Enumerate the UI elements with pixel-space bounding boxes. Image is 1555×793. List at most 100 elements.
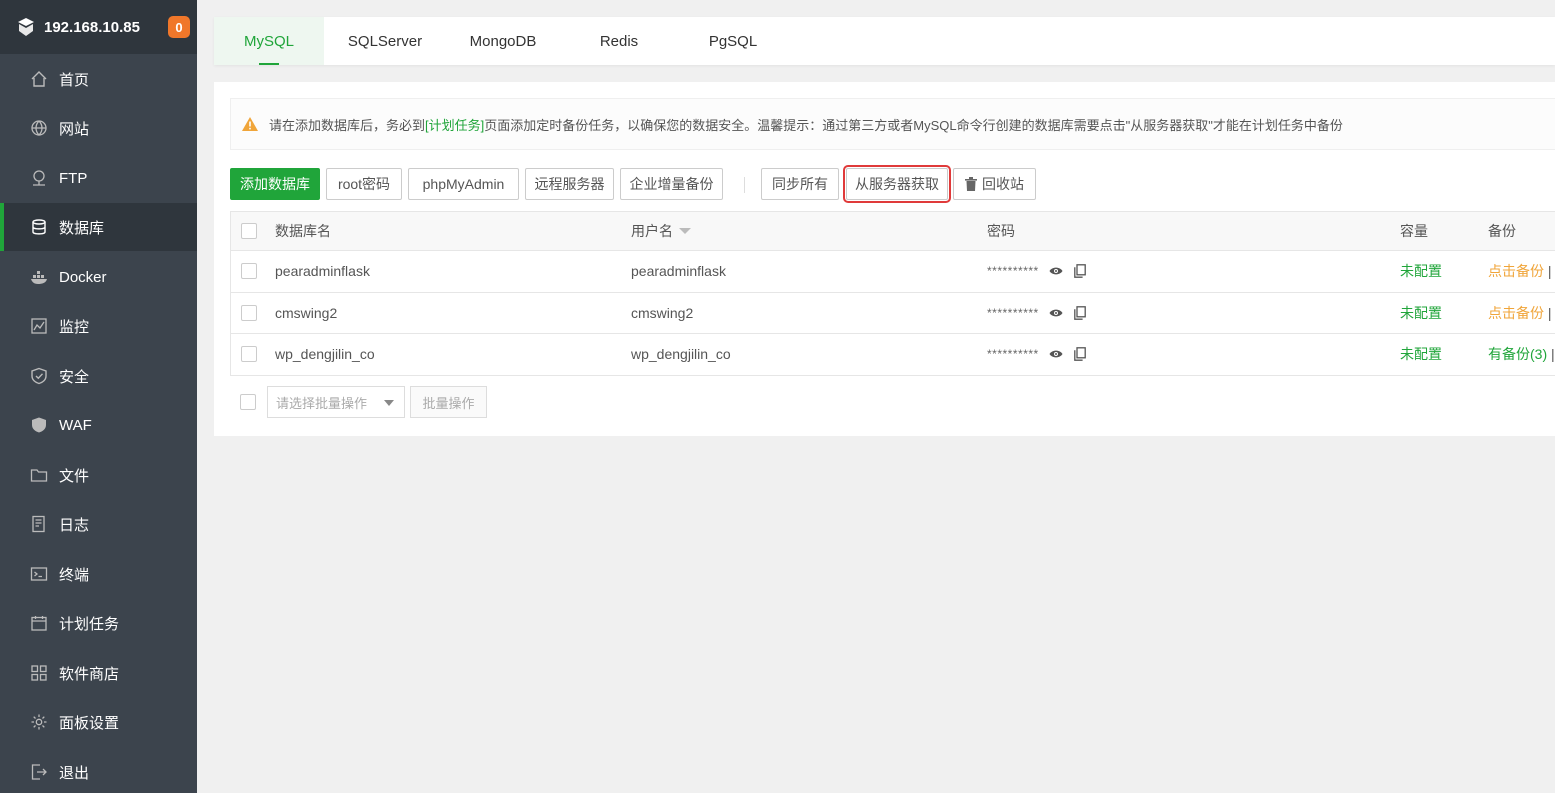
masked-password: ********** <box>987 264 1039 279</box>
warning-icon <box>241 116 259 132</box>
folder-icon <box>30 466 48 484</box>
sidebar-item-monitor[interactable]: 监控 <box>0 302 197 350</box>
copy-icon[interactable] <box>1073 264 1087 279</box>
fetch-from-server-button[interactable]: 从服务器获取 <box>843 165 951 203</box>
database-icon <box>30 218 48 236</box>
capacity-status[interactable]: 未配置 <box>1400 293 1442 334</box>
table-row: pearadminflask pearadminflask **********… <box>231 251 1555 293</box>
sidebar-item-logout[interactable]: 退出 <box>0 748 197 793</box>
col-capacity-header: 容量 <box>1400 223 1428 239</box>
sidebar-item-terminal[interactable]: 终端 <box>0 550 197 598</box>
sidebar-item-settings[interactable]: 面板设置 <box>0 698 197 746</box>
sidebar-item-label: 计划任务 <box>59 615 120 633</box>
home-icon <box>30 70 48 88</box>
copy-icon[interactable] <box>1073 347 1087 362</box>
backup-tail: | 导 <box>1547 263 1555 280</box>
col-user-header[interactable]: 用户名 <box>631 212 691 250</box>
trash-icon <box>965 177 977 191</box>
globe-icon <box>30 119 48 137</box>
bulk-action-placeholder: 请选择批量操作 <box>276 395 368 411</box>
recycle-bin-button[interactable]: 回收站 <box>953 168 1036 200</box>
sidebar-item-cron[interactable]: 计划任务 <box>0 599 197 647</box>
bulk-select-all-checkbox[interactable] <box>230 386 256 410</box>
tab-mysql[interactable]: MySQL <box>214 17 324 65</box>
sidebar-item-docker[interactable]: Docker <box>0 253 197 301</box>
sidebar-item-label: 退出 <box>59 764 90 782</box>
server-logo-icon <box>16 17 36 37</box>
capacity-status[interactable]: 未配置 <box>1400 334 1442 375</box>
col-name-header: 数据库名 <box>275 223 331 239</box>
db-name[interactable]: cmswing2 <box>275 293 337 334</box>
sidebar-item-logs[interactable]: 日志 <box>0 500 197 548</box>
db-type-tabs: MySQL SQLServer MongoDB Redis PgSQL <box>214 17 1555 65</box>
tab-pgsql[interactable]: PgSQL <box>678 17 788 65</box>
root-password-button[interactable]: root密码 <box>326 168 402 200</box>
apps-icon <box>30 664 48 682</box>
backup-link[interactable]: 点击备份 <box>1488 303 1544 323</box>
db-password-cell: ********** <box>987 334 1087 375</box>
copy-icon[interactable] <box>1073 305 1087 320</box>
sidebar-item-label: 首页 <box>59 71 90 89</box>
row-checkbox[interactable] <box>241 293 257 334</box>
capacity-status[interactable]: 未配置 <box>1400 251 1442 292</box>
remote-server-button[interactable]: 远程服务器 <box>525 168 614 200</box>
db-user: wp_dengjilin_co <box>631 346 731 363</box>
add-database-button[interactable]: 添加数据库 <box>230 168 320 200</box>
sidebar-item-appstore[interactable]: 软件商店 <box>0 649 197 697</box>
select-all-checkbox[interactable] <box>241 212 257 250</box>
backup-tail: | <box>1551 346 1555 363</box>
sidebar-item-database[interactable]: 数据库 <box>0 203 197 251</box>
logout-icon <box>30 763 48 781</box>
col-backup-header: 备份 <box>1488 223 1516 239</box>
ftp-icon <box>30 169 48 187</box>
tab-redis[interactable]: Redis <box>564 17 674 65</box>
sidebar-item-website[interactable]: 网站 <box>0 104 197 152</box>
enterprise-backup-button[interactable]: 企业增量备份 <box>620 168 723 200</box>
table-row: wp_dengjilin_co wp_dengjilin_co ********… <box>231 334 1555 376</box>
waf-icon <box>30 416 48 434</box>
calendar-icon <box>30 614 48 632</box>
db-user: cmswing2 <box>631 304 694 321</box>
sidebar-item-security[interactable]: 安全 <box>0 352 197 400</box>
chevron-down-icon <box>384 400 394 406</box>
docker-icon <box>30 268 48 286</box>
eye-icon[interactable] <box>1049 306 1063 320</box>
eye-icon[interactable] <box>1049 264 1063 278</box>
bulk-action-select[interactable]: 请选择批量操作 <box>267 386 405 418</box>
sidebar-item-label: FTP <box>59 169 88 187</box>
sidebar-item-label: Docker <box>59 268 107 286</box>
notice-text-pre: 请在添加数据库后，务必到 <box>269 117 426 133</box>
tab-mongodb[interactable]: MongoDB <box>448 17 558 65</box>
backup-link[interactable]: 点击备份 <box>1488 261 1544 281</box>
table-row: cmswing2 cmswing2 ********** 未配置 点击备份 | … <box>231 293 1555 334</box>
bulk-action-button[interactable]: 批量操作 <box>410 386 487 418</box>
sidebar-item-ftp[interactable]: FTP <box>0 154 197 202</box>
sidebar-item-label: 数据库 <box>59 219 105 237</box>
eye-icon[interactable] <box>1049 347 1063 361</box>
sidebar-header: 192.168.10.85 0 <box>0 0 197 54</box>
cron-link[interactable]: [计划任务] <box>425 115 484 134</box>
sidebar-item-label: 日志 <box>59 516 90 534</box>
db-name[interactable]: pearadminflask <box>275 251 370 292</box>
backup-cell: 点击备份 | 导 <box>1488 293 1555 334</box>
masked-password: ********** <box>987 347 1039 362</box>
backup-link[interactable]: 有备份(3) <box>1488 344 1547 364</box>
tab-sqlserver[interactable]: SQLServer <box>330 17 440 65</box>
sidebar-item-waf[interactable]: WAF <box>0 401 197 449</box>
backup-tail: | 导 <box>1547 304 1555 321</box>
monitor-icon <box>30 317 48 335</box>
table-header: 数据库名 用户名 密码 容量 备份 <box>231 212 1555 251</box>
recycle-bin-label: 回收站 <box>982 176 1024 192</box>
col-password-header: 密码 <box>987 223 1015 239</box>
sidebar-item-home[interactable]: 首页 <box>0 55 197 103</box>
row-checkbox[interactable] <box>241 251 257 292</box>
sidebar-item-files[interactable]: 文件 <box>0 451 197 499</box>
notification-badge[interactable]: 0 <box>168 16 190 38</box>
phpmyadmin-button[interactable]: phpMyAdmin <box>408 168 519 200</box>
row-checkbox[interactable] <box>241 334 257 375</box>
database-panel: 请在添加数据库后，务必到 [计划任务] 页面添加定时备份任务，以确保您的数据安全。温… <box>214 82 1555 436</box>
sync-all-button[interactable]: 同步所有 <box>761 168 839 200</box>
db-name[interactable]: wp_dengjilin_co <box>275 334 375 375</box>
db-password-cell: ********** <box>987 251 1087 292</box>
log-icon <box>30 515 48 533</box>
